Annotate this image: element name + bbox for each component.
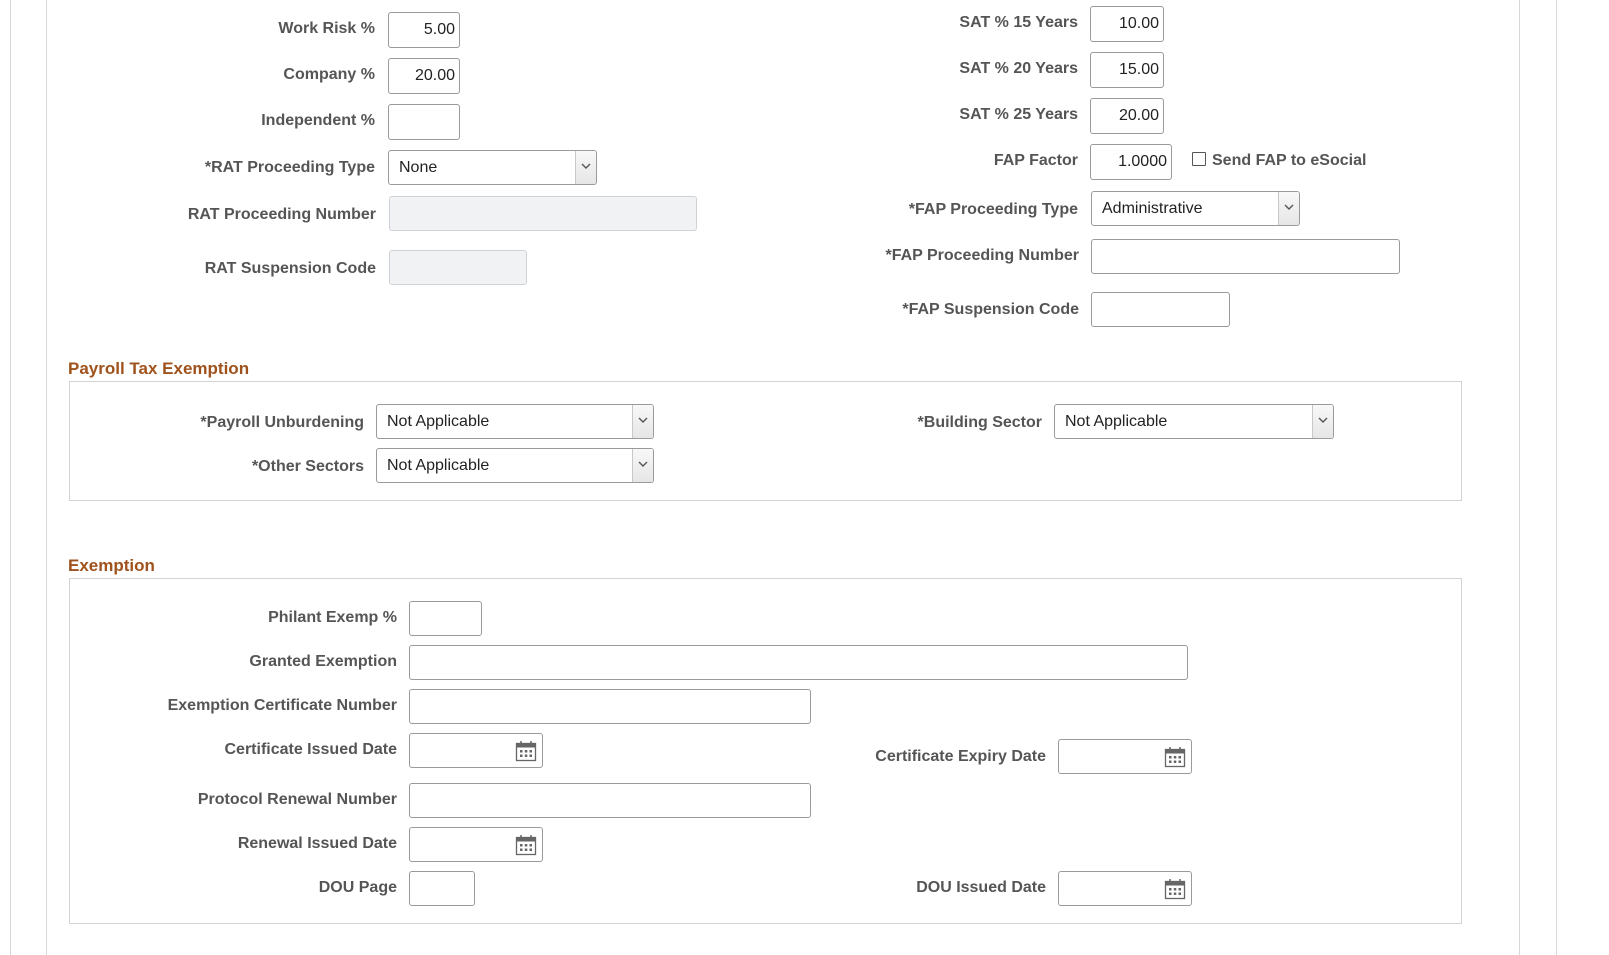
granted-exemption-label: Granted Exemption	[249, 653, 397, 670]
dou-issued-date-label: DOU Issued Date	[916, 879, 1046, 896]
certificate-expiry-date-label: Certificate Expiry Date	[875, 748, 1046, 765]
exemption-title: Exemption	[68, 556, 155, 575]
sat-20-input[interactable]: 15.00	[1090, 52, 1164, 88]
exemption-certificate-number-label: Exemption Certificate Number	[167, 697, 397, 714]
calendar-icon[interactable]	[515, 834, 537, 856]
page-frame-right	[1519, 0, 1520, 955]
rat-suspension-code-label: RAT Suspension Code	[204, 260, 376, 277]
rat-suspension-code-input	[389, 250, 527, 285]
building-sector-select[interactable]: Not Applicable	[1054, 404, 1334, 439]
dou-page-label: DOU Page	[318, 879, 397, 896]
payroll-unburdening-value: Not Applicable	[387, 413, 490, 430]
calendar-icon[interactable]	[1164, 878, 1186, 900]
fap-proceeding-number-label: *FAP Proceeding Number	[885, 247, 1079, 264]
calendar-icon[interactable]	[1164, 746, 1186, 768]
chevron-down-icon[interactable]	[632, 449, 653, 482]
sat-15-input[interactable]: 10.00	[1090, 6, 1164, 42]
rat-proceeding-type-value: None	[399, 159, 438, 176]
protocol-renewal-number-label: Protocol Renewal Number	[197, 791, 397, 808]
independent-input[interactable]	[388, 104, 460, 140]
fap-suspension-code-label: *FAP Suspension Code	[902, 301, 1079, 318]
philant-exemp-label: Philant Exemp %	[268, 609, 397, 626]
dou-issued-date-input[interactable]	[1058, 871, 1192, 906]
rat-proceeding-type-label: *RAT Proceeding Type	[204, 159, 375, 176]
building-sector-value: Not Applicable	[1065, 413, 1168, 430]
work-risk-input[interactable]: 5.00	[388, 12, 460, 48]
sat-20-label: SAT % 20 Years	[959, 60, 1078, 77]
fap-proceeding-number-input[interactable]	[1091, 239, 1400, 274]
company-input[interactable]: 20.00	[388, 58, 460, 94]
payroll-unburdening-label: *Payroll Unburdening	[200, 414, 364, 431]
certificate-expiry-date-input[interactable]	[1058, 739, 1192, 774]
fap-proceeding-type-select[interactable]: Administrative	[1091, 191, 1300, 226]
renewal-issued-date-label: Renewal Issued Date	[237, 835, 397, 852]
payroll-unburdening-select[interactable]: Not Applicable	[376, 404, 654, 439]
send-fap-checkbox[interactable]	[1192, 152, 1206, 166]
exemption-certificate-number-input[interactable]	[409, 689, 811, 724]
company-label: Company %	[283, 66, 375, 83]
rat-proceeding-number-label: RAT Proceeding Number	[187, 206, 376, 223]
rat-proceeding-type-select[interactable]: None	[388, 150, 597, 185]
other-sectors-label: *Other Sectors	[251, 458, 364, 475]
chevron-down-icon[interactable]	[575, 151, 596, 184]
other-sectors-value: Not Applicable	[387, 457, 490, 474]
certificate-issued-date-input[interactable]	[409, 733, 543, 768]
sat-25-label: SAT % 25 Years	[959, 106, 1078, 123]
building-sector-label: *Building Sector	[917, 414, 1042, 431]
chevron-down-icon[interactable]	[1278, 192, 1299, 225]
chevron-down-icon[interactable]	[632, 405, 653, 438]
payroll-tax-exemption-title: Payroll Tax Exemption	[68, 359, 250, 378]
work-risk-label: Work Risk %	[278, 20, 375, 37]
page-frame-left	[10, 0, 11, 955]
fap-proceeding-type-label: *FAP Proceeding Type	[908, 201, 1078, 218]
dou-page-input[interactable]	[409, 871, 475, 906]
payroll-tax-exemption-group	[69, 381, 1462, 501]
page-frame-right-outer	[1556, 0, 1557, 955]
page-frame-inner	[46, 0, 47, 955]
send-fap-label: Send FAP to eSocial	[1212, 152, 1367, 169]
protocol-renewal-number-input[interactable]	[409, 783, 811, 818]
fap-suspension-code-input[interactable]	[1091, 292, 1230, 327]
fap-factor-input[interactable]: 1.0000	[1090, 144, 1172, 180]
fap-proceeding-type-value: Administrative	[1102, 200, 1203, 217]
rat-proceeding-number-input	[389, 196, 697, 231]
calendar-icon[interactable]	[515, 740, 537, 762]
philant-exemp-input[interactable]	[409, 601, 482, 636]
fap-factor-label: FAP Factor	[993, 152, 1078, 169]
sat-25-input[interactable]: 20.00	[1090, 98, 1164, 134]
renewal-issued-date-input[interactable]	[409, 827, 543, 862]
other-sectors-select[interactable]: Not Applicable	[376, 448, 654, 483]
certificate-issued-date-label: Certificate Issued Date	[224, 741, 397, 758]
sat-15-label: SAT % 15 Years	[959, 14, 1078, 31]
granted-exemption-input[interactable]	[409, 645, 1188, 680]
independent-label: Independent %	[261, 112, 375, 129]
chevron-down-icon[interactable]	[1312, 405, 1333, 438]
